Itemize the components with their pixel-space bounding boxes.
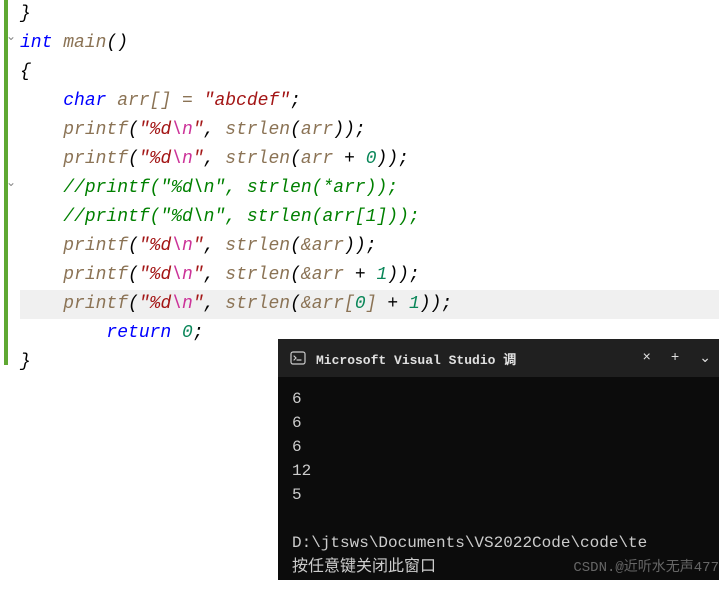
code-line: printf("%d\n", strlen(&arr)); <box>20 232 719 261</box>
code-line: printf("%d\n", strlen(arr + 0)); <box>20 145 719 174</box>
fold-icon[interactable]: ⌄ <box>6 175 16 190</box>
code-line: int main() <box>20 29 719 58</box>
close-tab-button[interactable]: × <box>642 350 650 366</box>
output-prompt: 按任意键关闭此窗口CSDN.@近听水无声477 <box>292 555 705 579</box>
output-line: 12 <box>292 459 705 483</box>
fold-icon[interactable]: ⌄ <box>6 29 16 44</box>
output-line: 6 <box>292 411 705 435</box>
code-line: printf("%d\n", strlen(arr)); <box>20 116 719 145</box>
code-line: { <box>20 58 719 87</box>
output-blank <box>292 507 705 531</box>
debug-console-window[interactable]: Microsoft Visual Studio 调试控 × + ⌄ 6 6 6 … <box>278 339 719 580</box>
output-line: 6 <box>292 387 705 411</box>
code-line: } <box>20 0 719 29</box>
output-line: 6 <box>292 435 705 459</box>
new-tab-button[interactable]: + <box>671 350 679 366</box>
output-line: 5 <box>292 483 705 507</box>
watermark-text: CSDN.@近听水无声477 <box>573 556 719 580</box>
terminal-icon <box>290 350 306 366</box>
code-line: //printf("%d\n", strlen(*arr)); <box>20 174 719 203</box>
code-line: printf("%d\n", strlen(&arr + 1)); <box>20 261 719 290</box>
editor-gutter: ⌄ ⌄ <box>0 0 18 580</box>
terminal-title: Microsoft Visual Studio 调试控 <box>316 349 516 368</box>
dropdown-button[interactable]: ⌄ <box>699 350 711 367</box>
output-path: D:\jtsws\Documents\VS2022Code\code\te <box>292 531 705 555</box>
terminal-output[interactable]: 6 6 6 12 5 D:\jtsws\Documents\VS2022Code… <box>278 377 719 589</box>
terminal-controls: × + ⌄ <box>642 350 711 367</box>
code-line: //printf("%d\n", strlen(arr[1])); <box>20 203 719 232</box>
terminal-titlebar[interactable]: Microsoft Visual Studio 调试控 × + ⌄ <box>278 339 719 377</box>
code-line-current: printf("%d\n", strlen(&arr[0] + 1)); <box>20 290 719 319</box>
code-line: char arr[] = "abcdef"; <box>20 87 719 116</box>
